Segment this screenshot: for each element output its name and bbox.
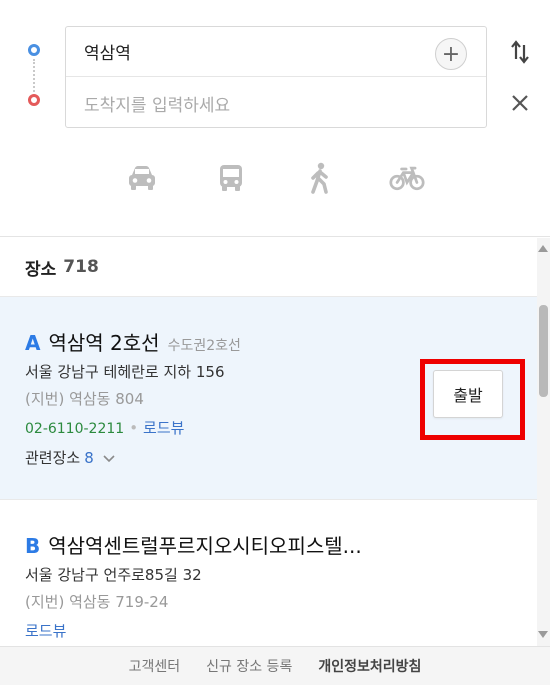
results-list: 장소 718 A 역삼역 2호선 수도권2호선 서울 강남구 테헤란로 지하 1… (0, 238, 537, 646)
destination-input[interactable]: 도착지를 입력하세요 (66, 78, 486, 128)
chevron-down-icon (102, 455, 115, 463)
results-header: 장소 718 (0, 238, 537, 296)
customer-center-link[interactable]: 고객센터 (129, 656, 181, 676)
bicycle-icon (389, 166, 425, 191)
results-label: 장소 (25, 259, 57, 280)
swap-icon (511, 40, 529, 64)
results-count: 718 (63, 257, 99, 277)
mode-bicycle-button[interactable] (389, 160, 425, 196)
place-address: 서울 강남구 테헤란로 지하 156 (25, 363, 225, 381)
place-jibun-address: (지번) 역삼동 719-24 (25, 593, 169, 611)
results-scrollbar[interactable] (537, 238, 550, 646)
footer: 고객센터 신규 장소 등록 개인정보처리방침 (0, 646, 550, 685)
place-contact-row: 02-6110-2211 • 로드뷰 (25, 417, 184, 438)
origin-input[interactable]: 역삼역 (66, 27, 486, 77)
mode-car-button[interactable] (124, 160, 160, 196)
place-marker-letter: A (25, 331, 41, 355)
related-count: 8 (84, 449, 94, 467)
transport-modes (0, 160, 550, 196)
related-label: 관련장소 (25, 449, 81, 467)
swap-route-button[interactable] (505, 37, 535, 67)
route-markers (27, 44, 41, 106)
new-place-link[interactable]: 신규 장소 등록 (206, 656, 292, 676)
clear-route-button[interactable] (505, 88, 535, 118)
add-waypoint-button[interactable]: + (435, 38, 467, 70)
place-phone[interactable]: 02-6110-2211 (25, 421, 124, 437)
place-title: B 역삼역센트럴푸르지오시티오피스텔... (25, 530, 362, 559)
place-name-link[interactable]: 역삼역센트럴푸르지오시티오피스텔... (48, 530, 361, 559)
place-title: A 역삼역 2호선 수도권2호선 (25, 327, 241, 356)
place-jibun-address: (지번) 역삼동 804 (25, 390, 144, 408)
roadview-link[interactable]: 로드뷰 (25, 620, 66, 641)
car-icon (129, 166, 155, 190)
place-item[interactable]: B 역삼역센트럴푸르지오시티오피스텔... 서울 강남구 언주로85길 32 (… (0, 499, 537, 646)
place-address: 서울 강남구 언주로85길 32 (25, 566, 202, 584)
destination-marker-icon (28, 94, 40, 106)
roadview-link[interactable]: 로드뷰 (143, 419, 184, 437)
scroll-down-arrow-icon[interactable] (538, 631, 548, 638)
place-item[interactable]: A 역삼역 2호선 수도권2호선 서울 강남구 테헤란로 지하 156 (지번)… (0, 296, 537, 499)
place-name-link[interactable]: 역삼역 2호선 (48, 327, 159, 356)
walk-icon (311, 162, 328, 194)
scroll-up-arrow-icon[interactable] (538, 245, 548, 252)
mode-walk-button[interactable] (302, 160, 338, 196)
place-marker-letter: B (25, 534, 41, 558)
route-input-box: 역삼역 도착지를 입력하세요 + (65, 26, 487, 128)
set-departure-button[interactable]: 출발 (433, 370, 503, 418)
separator-dot: • (129, 419, 139, 437)
place-category: 수도권2호선 (167, 338, 241, 354)
scroll-thumb[interactable] (539, 305, 548, 397)
related-places-toggle[interactable]: 관련장소 8 (25, 447, 115, 468)
privacy-policy-link[interactable]: 개인정보처리방침 (318, 656, 421, 676)
mode-bus-button[interactable] (213, 160, 249, 196)
route-search-panel: 역삼역 도착지를 입력하세요 + (0, 0, 550, 237)
close-icon (512, 95, 528, 111)
origin-marker-icon (28, 44, 40, 56)
bus-icon (220, 165, 242, 191)
route-line (33, 59, 35, 92)
